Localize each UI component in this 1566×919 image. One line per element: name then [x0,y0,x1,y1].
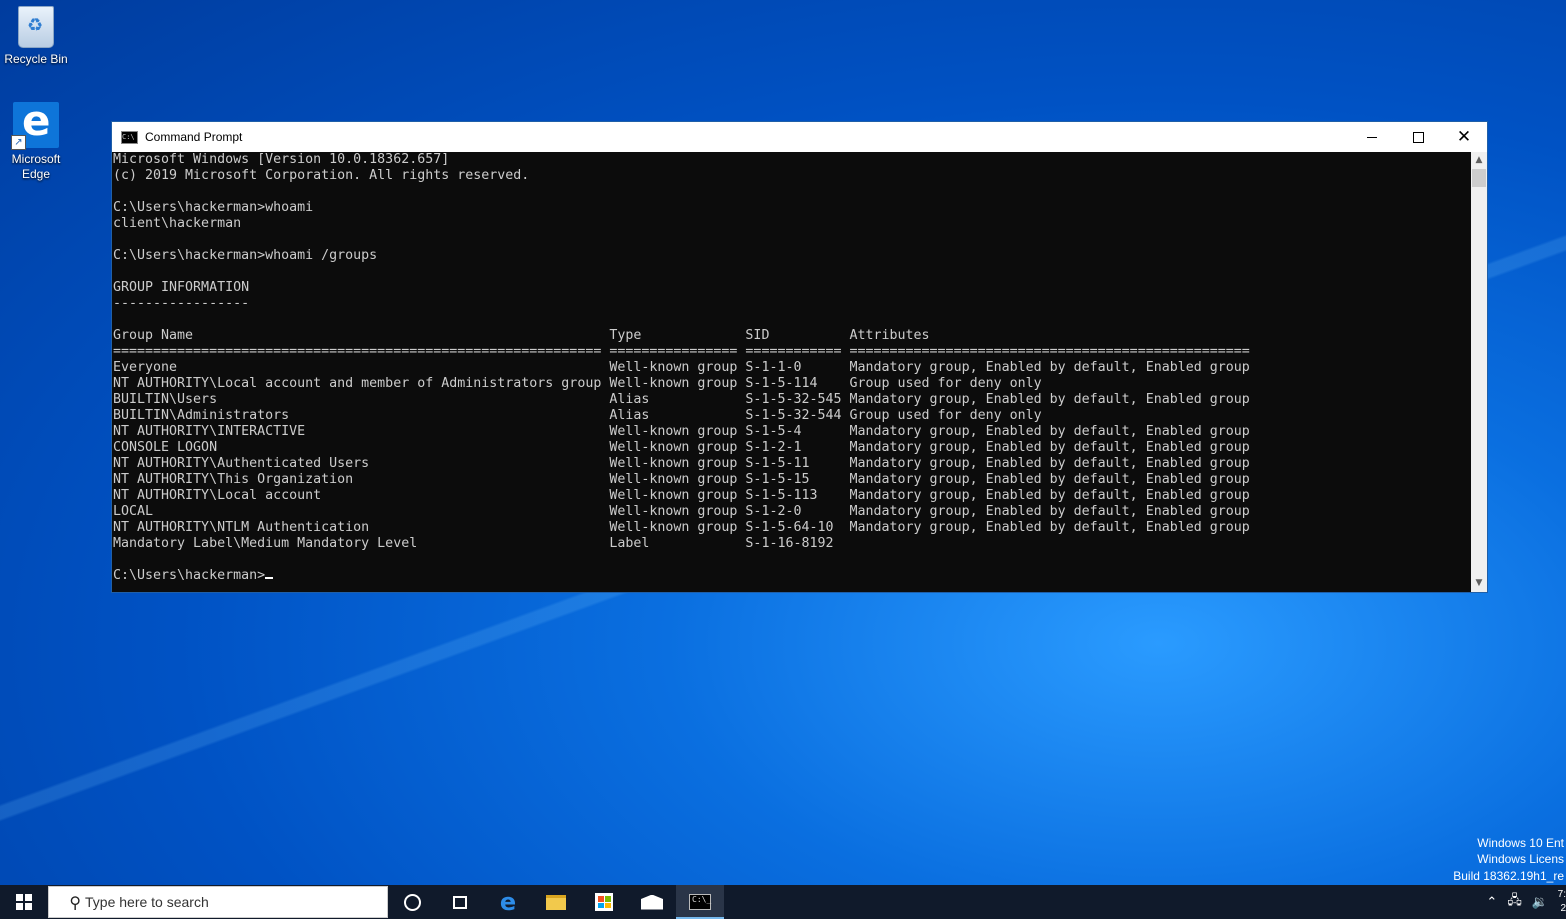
window-title: Command Prompt [145,130,243,144]
window-titlebar[interactable]: C:\ Command Prompt ✕ [112,122,1487,152]
desktop-icon-recycle-bin[interactable]: Recycle Bin [0,6,72,66]
minimize-icon [1367,136,1377,138]
folder-icon [546,894,566,910]
windows-logo-icon [16,894,32,910]
console-line: GROUP INFORMATION [113,280,250,295]
shortcut-arrow-icon: ↗ [11,135,26,150]
close-icon: ✕ [1456,127,1472,147]
clock[interactable]: 7: 2 [1556,888,1566,916]
console-line: Microsoft Windows [Version 10.0.18362.65… [113,152,450,167]
cmd-icon: C:\ [121,130,138,144]
task-view-button[interactable] [436,885,484,919]
console-line: LOCAL Well-known group S-1-2-0 Mandatory… [113,504,1250,519]
console-line: BUILTIN\Administrators Alias S-1-5-32-54… [113,408,1042,423]
minimize-button[interactable] [1349,122,1395,152]
console-line: client\hackerman [113,216,242,231]
taskbar-cmd-button[interactable]: C:\_ [676,885,724,919]
maximize-icon [1412,131,1424,143]
store-icon [595,893,613,911]
console-line: NT AUTHORITY\NTLM Authentication Well-kn… [113,520,1250,535]
edge-icon: ↗ [11,96,59,150]
maximize-button[interactable] [1395,122,1441,152]
close-button[interactable]: ✕ [1441,122,1487,152]
desktop-icon-microsoft-edge[interactable]: ↗ Microsoft Edge [0,96,72,182]
console-line: NT AUTHORITY\Local account Well-known gr… [113,488,1250,503]
console-prompt: C:\Users\hackerman> [113,568,266,583]
console-text: Microsoft Windows [Version 10.0.18362.65… [112,152,1471,568]
taskbar-mail-button[interactable] [628,885,676,919]
console-line: Group Name Type SID Attributes [113,328,930,343]
watermark-line: Windows 10 Ent [1477,835,1564,850]
console-line: NT AUTHORITY\Authenticated Users Well-kn… [113,456,1250,471]
console-scrollbar[interactable]: ▲ ▼ [1471,152,1487,592]
console-prompt-line[interactable]: C:\Users\hackerman> [112,568,1471,584]
cmd-icon: C:\_ [689,894,711,910]
console-line: ----------------- [113,296,250,311]
console-output[interactable]: Microsoft Windows [Version 10.0.18362.65… [112,152,1471,592]
search-placeholder: Type here to search [85,894,209,910]
task-view-icon [453,895,467,909]
volume-icon[interactable]: 🔉 [1532,895,1548,910]
recycle-bin-icon [18,6,54,48]
desktop-icon-label: Microsoft Edge [11,152,61,181]
console-line: C:\Users\hackerman>whoami [113,200,314,215]
cortana-button[interactable] [388,885,436,919]
command-prompt-window[interactable]: C:\ Command Prompt ✕ Microsoft Windows [… [111,121,1488,593]
console-line: BUILTIN\Users Alias S-1-5-32-545 Mandato… [113,392,1250,407]
console-line: NT AUTHORITY\INTERACTIVE Well-known grou… [113,424,1250,439]
chevron-up-icon[interactable]: ⌃ [1486,895,1497,910]
taskbar-search-box[interactable]: ⚲ Type here to search [48,886,388,918]
scroll-down-arrow-icon[interactable]: ▼ [1471,575,1487,592]
cortana-icon [403,893,421,911]
text-cursor [265,577,274,579]
taskbar-edge-button[interactable]: e [484,885,532,919]
taskbar-store-button[interactable] [580,885,628,919]
console-line: NT AUTHORITY\This Organization Well-know… [113,472,1250,487]
system-tray: ⌃ 🖧 🔉 7: 2 [1476,885,1566,919]
console-line: ========================================… [113,344,1250,359]
console-line: C:\Users\hackerman>whoami /groups [113,248,378,263]
search-icon: ⚲ [69,892,81,912]
console-line: CONSOLE LOGON Well-known group S-1-2-1 M… [113,440,1250,455]
desktop-icon-label: Recycle Bin [4,52,68,66]
taskbar: ⚲ Type here to search e C:\_ ⌃ 🖧 🔉 7: 2 [0,885,1566,919]
watermark-line: Build 18362.19h1_re [1453,868,1564,883]
console-line: NT AUTHORITY\Local account and member of… [113,376,1042,391]
taskbar-file-explorer-button[interactable] [532,885,580,919]
clock-time: 7: [1557,889,1566,900]
clock-date: 2 [1560,903,1566,914]
network-icon[interactable]: 🖧 [1507,891,1522,913]
mail-icon [641,894,663,910]
start-button[interactable] [0,885,48,919]
console-line: Mandatory Label\Medium Mandatory Level L… [113,536,834,551]
watermark-line: Windows Licens [1477,852,1564,866]
scrollbar-thumb[interactable] [1472,169,1486,187]
console-line: (c) 2019 Microsoft Corporation. All righ… [113,168,530,183]
edge-icon: e [499,888,517,916]
console-line: Everyone Well-known group S-1-1-0 Mandat… [113,360,1250,375]
scroll-up-arrow-icon[interactable]: ▲ [1471,152,1487,169]
activation-watermark: Windows 10 Ent Windows Licens Build 1836… [1453,835,1564,885]
